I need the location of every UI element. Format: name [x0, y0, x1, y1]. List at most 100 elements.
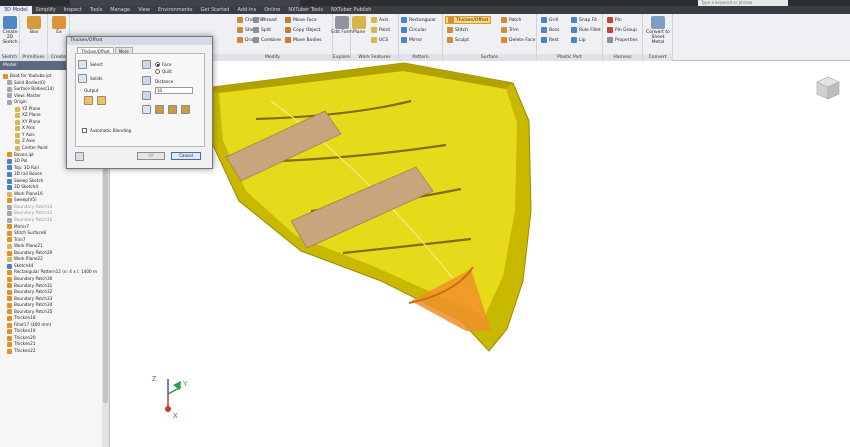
direction-icon[interactable]	[142, 60, 151, 69]
output-solid-icon[interactable]	[84, 96, 93, 105]
work-icon	[7, 191, 12, 197]
stitch-button[interactable]: Stitch	[447, 27, 468, 33]
copy-object-button[interactable]: Copy Object	[285, 27, 321, 33]
quilt-radio[interactable]	[155, 69, 160, 74]
match-shape-icon[interactable]	[142, 105, 151, 114]
sculpt-button[interactable]: Sculpt	[447, 37, 469, 43]
distance-input[interactable]: 10	[155, 87, 193, 94]
intersect-icon[interactable]	[181, 105, 190, 114]
select-label: Select	[90, 62, 103, 67]
solids-arrow-icon[interactable]	[78, 74, 87, 83]
create-sketch-button[interactable]: Create 2D Sketch	[0, 16, 20, 45]
work-icon	[15, 113, 20, 119]
boss-button[interactable]: Boss	[541, 27, 560, 33]
ribbon-tabs: 3D Model Simplify Inspect Tools Manage V…	[0, 6, 850, 14]
grill-button[interactable]: Grill	[541, 17, 558, 23]
sketch-group: Create 2D Sketch Sketch	[0, 14, 20, 61]
folder-icon	[7, 80, 12, 86]
work-icon	[15, 139, 20, 145]
boat-model[interactable]: Z Y X	[111, 61, 850, 447]
part-icon	[3, 73, 8, 79]
tab-get-started[interactable]: Get Started	[197, 6, 234, 14]
work-icon	[15, 145, 20, 151]
ucs-button[interactable]: UCS	[371, 37, 388, 43]
graphics-viewport[interactable]: Z Y X	[111, 61, 850, 447]
split-button[interactable]: Split	[253, 27, 271, 33]
automatic-blending-checkbox[interactable]	[82, 128, 87, 133]
combine-button[interactable]: Combine	[253, 37, 281, 43]
flip-icon[interactable]	[142, 76, 151, 85]
folder-icon	[7, 99, 12, 105]
tab-tools[interactable]: Tools	[86, 6, 106, 14]
dialog-panel: Select Solids Face Quilt Distance 10 Out…	[75, 53, 205, 147]
move-face-button[interactable]: Move Face	[285, 17, 317, 23]
plastic-part-group: Grill Snap Fit Boss Rule Fillet Rest Lip…	[537, 14, 603, 61]
face-radio[interactable]	[155, 62, 160, 67]
part-icon	[7, 224, 12, 230]
select-arrow-icon[interactable]	[78, 60, 87, 69]
tab-inspect[interactable]: Inspect	[60, 6, 86, 14]
cancel-button[interactable]: Cancel	[171, 152, 201, 160]
part-icon	[7, 302, 12, 308]
extrude-button[interactable]: Ex	[48, 16, 70, 35]
rest-button[interactable]: Rest	[541, 37, 559, 43]
part-icon	[7, 270, 12, 276]
tab-environments[interactable]: Environments	[154, 6, 197, 14]
thicken-offset-dialog: Thicken/Offset Thicken/Offset More Selec…	[66, 36, 213, 169]
grey-icon	[7, 211, 12, 217]
tab-add-ins[interactable]: Add-Ins	[233, 6, 260, 14]
rule-fillet-button[interactable]: Rule Fillet	[571, 27, 601, 33]
ok-button[interactable]: OK	[137, 152, 165, 160]
cut-icon[interactable]	[168, 105, 177, 114]
lip-button[interactable]: Lip	[571, 37, 586, 43]
tab-nxtuber-tools[interactable]: NXTuber Tools	[284, 6, 327, 14]
plane-button[interactable]: Plane	[348, 16, 370, 35]
rectangular-pattern-button[interactable]: Rectangular	[401, 17, 436, 23]
output-surface-icon[interactable]	[97, 96, 106, 105]
mirror-button[interactable]: Mirror	[401, 37, 422, 43]
axis-button[interactable]: Axis	[371, 17, 388, 23]
part-icon	[7, 198, 12, 204]
point-icon	[371, 27, 377, 33]
tab-nxtuber-publish[interactable]: NXTuber Publish	[327, 6, 375, 14]
box-button[interactable]: Box	[23, 16, 45, 35]
view-cube[interactable]	[815, 75, 841, 101]
thread-button[interactable]: Thread	[253, 17, 277, 23]
work-icon	[15, 132, 20, 138]
grey-icon	[7, 204, 12, 210]
convert-sheet-metal-button[interactable]: Convert to Sheet Metal	[645, 16, 671, 45]
work-icon	[7, 243, 12, 249]
pin-button[interactable]: Pin	[607, 17, 622, 23]
delete-face-button[interactable]: Delete Face	[501, 37, 535, 43]
tab-3d-model[interactable]: 3D Model	[0, 6, 32, 14]
chamfer-icon	[237, 17, 243, 23]
tab-view[interactable]: View	[134, 6, 154, 14]
trim-button[interactable]: Trim	[501, 27, 519, 33]
move-bodies-button[interactable]: Move Bodies	[285, 37, 322, 43]
part-icon	[7, 152, 12, 158]
grill-icon	[541, 17, 547, 23]
extents-icon[interactable]	[142, 91, 151, 100]
work-icon	[15, 126, 20, 132]
modify-group: Chamfer Thread Move Face Shell Split Cop…	[213, 14, 333, 61]
view-icon	[7, 93, 12, 99]
stitch-icon	[447, 27, 453, 33]
help-icon[interactable]	[75, 152, 84, 161]
part-icon	[7, 322, 12, 328]
tab-simplify[interactable]: Simplify	[32, 6, 60, 14]
patch-button[interactable]: Patch	[501, 17, 521, 23]
pin-group-button[interactable]: Pin Group	[607, 27, 637, 33]
point-button[interactable]: Point	[371, 27, 390, 33]
extrude-icon	[52, 16, 66, 29]
part-icon	[7, 296, 12, 302]
browser-node[interactable]: Thicken22	[0, 348, 100, 355]
sculpt-icon	[447, 37, 453, 43]
snap-fit-button[interactable]: Snap Fit	[571, 17, 597, 23]
thicken-offset-button[interactable]: Thicken/Offset	[445, 16, 492, 24]
tab-online[interactable]: Online	[260, 6, 284, 14]
tab-manage[interactable]: Manage	[106, 6, 134, 14]
circular-pattern-button[interactable]: Circular	[401, 27, 426, 33]
snap-fit-icon	[571, 17, 577, 23]
join-icon[interactable]	[155, 105, 164, 114]
properties-button[interactable]: Properties	[607, 37, 638, 43]
